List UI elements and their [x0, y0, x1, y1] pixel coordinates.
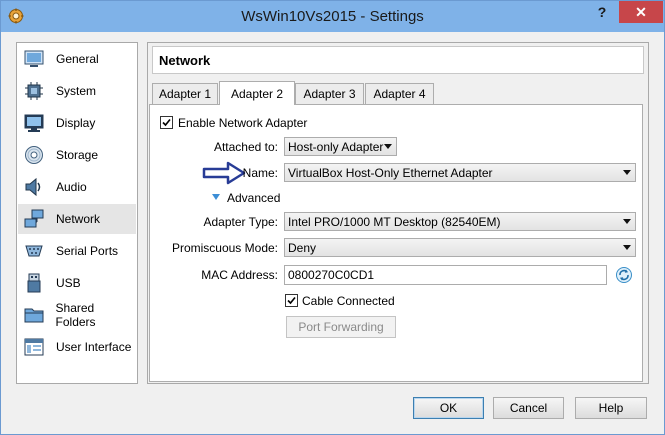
cable-connected-checkbox[interactable]: [285, 294, 298, 307]
title-bar[interactable]: WsWin10Vs2015 - Settings ? ✕: [1, 1, 664, 32]
tab-adapter-3[interactable]: Adapter 3: [295, 83, 364, 104]
promiscuous-mode-label: Promiscuous Mode:: [171, 241, 278, 255]
attached-to-label: Attached to:: [213, 140, 278, 154]
tab-adapter-1[interactable]: Adapter 1: [152, 83, 218, 104]
cable-connected-label[interactable]: Cable Connected: [302, 294, 395, 308]
advanced-toggle[interactable]: Advanced: [227, 191, 280, 205]
adapter-type-select[interactable]: Intel PRO/1000 MT Desktop (82540EM): [284, 212, 636, 231]
mac-address-input[interactable]: 0800270C0CD1: [284, 265, 607, 285]
sidebar-item-label: Network: [56, 212, 101, 226]
sidebar-item-audio[interactable]: Audio: [18, 172, 136, 202]
tab-label: Adapter 4: [373, 87, 426, 101]
close-icon: ✕: [635, 3, 647, 20]
tab-adapter-2[interactable]: Adapter 2: [219, 81, 295, 105]
sidebar-item-label: Storage: [56, 148, 99, 162]
sidebar-item-label: General: [56, 52, 99, 66]
enable-adapter-checkbox[interactable]: [160, 116, 173, 129]
sidebar-item-storage[interactable]: Storage: [18, 140, 136, 170]
sidebar-item-usb[interactable]: USB: [18, 268, 136, 298]
sidebar-item-label: System: [56, 84, 97, 98]
chevron-down-icon: [623, 170, 631, 175]
network-icon: [22, 207, 46, 231]
chip-icon: [22, 79, 46, 103]
tab-label: Adapter 3: [303, 87, 356, 101]
folder-icon: [22, 303, 46, 327]
speaker-icon: [22, 175, 46, 199]
sidebar-item-serial-ports[interactable]: Serial Ports: [18, 236, 136, 266]
sidebar-item-label: USB: [56, 276, 81, 290]
sidebar-item-label: Shared Folders: [55, 301, 96, 329]
attached-to-value: Host-only Adapter: [288, 140, 384, 154]
sidebar-item-user-interface[interactable]: User Interface: [18, 332, 136, 362]
chevron-down-icon: [384, 144, 392, 149]
general-icon: [22, 47, 46, 71]
panel-header: Network: [152, 46, 644, 74]
tab-label: Adapter 2: [230, 86, 284, 101]
promiscuous-mode-select[interactable]: Deny: [284, 238, 636, 257]
promiscuous-mode-value: Deny: [288, 241, 317, 255]
port-forwarding-button[interactable]: Port Forwarding: [286, 316, 396, 338]
expand-triangle-icon[interactable]: [211, 193, 221, 201]
enable-adapter-label[interactable]: Enable Network Adapter: [178, 116, 307, 130]
cancel-button[interactable]: Cancel: [493, 397, 564, 419]
monitor-icon: [22, 111, 46, 135]
sidebar-item-system[interactable]: System: [18, 76, 136, 106]
checkmark-icon: [287, 296, 296, 305]
disk-icon: [22, 143, 46, 167]
page-title: Network: [159, 53, 211, 68]
name-value: VirtualBox Host-Only Ethernet Adapter: [288, 166, 493, 180]
sidebar-item-label: User Interface: [56, 340, 132, 354]
tab-label: Adapter 1: [158, 87, 212, 101]
user-interface-icon: [22, 335, 46, 359]
chevron-down-icon: [623, 245, 631, 250]
name-label: Name:: [242, 166, 278, 180]
settings-sidebar: General System Display Storage Audio Net…: [16, 42, 138, 384]
adapter-type-label: Adapter Type:: [203, 215, 279, 229]
sidebar-item-label: Audio: [56, 180, 87, 194]
chevron-down-icon: [623, 219, 631, 224]
sidebar-item-label: Display: [56, 116, 96, 130]
attached-to-select[interactable]: Host-only Adapter: [284, 137, 397, 156]
adapter-type-value: Intel PRO/1000 MT Desktop (82540EM): [288, 215, 501, 229]
usb-icon: [22, 271, 46, 295]
tab-adapter-4[interactable]: Adapter 4: [365, 83, 434, 104]
mac-address-value: 0800270C0CD1: [288, 268, 375, 282]
sidebar-item-network[interactable]: Network: [18, 204, 136, 234]
sidebar-item-shared-folders[interactable]: Shared Folders: [18, 300, 136, 330]
sidebar-item-general[interactable]: General: [18, 44, 136, 74]
window-title: WsWin10Vs2015 - Settings: [241, 8, 424, 25]
serial-port-icon: [22, 239, 46, 263]
mac-address-label: MAC Address:: [201, 268, 278, 282]
sidebar-item-label: Serial Ports: [56, 244, 119, 258]
sidebar-item-display[interactable]: Display: [18, 108, 136, 138]
help-button[interactable]: Help: [575, 397, 647, 419]
checkmark-icon: [162, 118, 171, 127]
name-select[interactable]: VirtualBox Host-Only Ethernet Adapter: [284, 163, 636, 182]
close-button[interactable]: ✕: [619, 1, 663, 23]
ok-button[interactable]: OK: [413, 397, 484, 419]
settings-window: WsWin10Vs2015 - Settings ? ✕ General Sys…: [0, 0, 665, 435]
refresh-mac-icon[interactable]: [615, 266, 633, 284]
titlebar-help-button[interactable]: ?: [587, 1, 617, 23]
